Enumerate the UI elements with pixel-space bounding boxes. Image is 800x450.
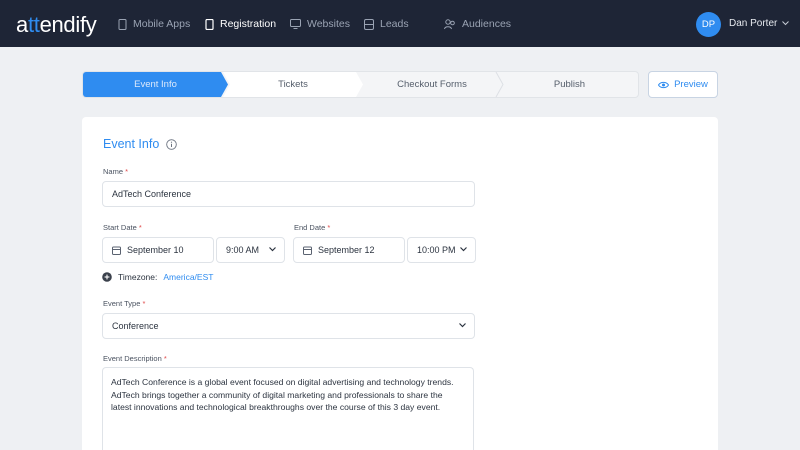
step-event-info[interactable]: Event Info — [83, 72, 228, 97]
end-date-input[interactable]: September 12 — [293, 237, 405, 263]
people-icon — [444, 18, 455, 29]
chevron-down-icon — [782, 21, 790, 26]
event-description-label: Event Description * — [103, 354, 167, 363]
page-title: Event Info — [103, 137, 178, 151]
monitor-icon — [290, 19, 301, 29]
timezone-row: Timezone: America/EST — [102, 272, 213, 282]
event-info-card: Event Info Name * AdTech Conference Star… — [82, 117, 718, 450]
name-input[interactable]: AdTech Conference — [102, 181, 475, 207]
chevron-down-icon — [269, 247, 276, 252]
event-description-textarea[interactable]: AdTech Conference is a global event focu… — [102, 367, 474, 450]
nav-item-leads[interactable]: Leads — [364, 17, 409, 31]
step-tickets[interactable]: Tickets — [223, 72, 363, 97]
top-navigation-bar: attendify Mobile Apps Registration Websi… — [0, 0, 800, 47]
end-date-label: End Date * — [294, 223, 331, 232]
attendify-logo[interactable]: attendify — [16, 12, 97, 38]
step-publish[interactable]: Publish — [501, 72, 638, 97]
nav-item-audiences[interactable]: Audiences — [444, 17, 511, 31]
user-menu[interactable]: Dan Porter — [729, 18, 790, 29]
calendar-icon — [112, 246, 121, 255]
clipboard-icon — [205, 18, 214, 30]
calendar-icon — [303, 246, 312, 255]
timezone-link[interactable]: America/EST — [163, 272, 213, 282]
timezone-label: Timezone: — [118, 272, 158, 282]
nav-item-mobile-apps[interactable]: Mobile Apps — [118, 17, 190, 31]
chevron-down-icon — [460, 247, 467, 252]
nav-item-registration[interactable]: Registration — [205, 17, 276, 31]
eye-icon — [658, 81, 670, 88]
event-type-select[interactable]: Conference — [102, 313, 475, 339]
start-date-label: Start Date * — [103, 223, 142, 232]
name-label: Name * — [103, 167, 129, 176]
chevron-down-icon — [459, 323, 466, 328]
event-type-label: Event Type * — [103, 299, 146, 308]
preview-button[interactable]: Preview — [648, 71, 718, 98]
avatar[interactable]: DP — [696, 12, 721, 37]
end-time-select[interactable]: 10:00 PM — [407, 237, 476, 263]
user-name: Dan Porter — [729, 18, 778, 29]
step-checkout-forms[interactable]: Checkout Forms — [361, 72, 503, 97]
nav-item-websites[interactable]: Websites — [290, 17, 350, 31]
info-icon[interactable] — [166, 138, 178, 150]
database-icon — [364, 18, 374, 30]
start-date-input[interactable]: September 10 — [102, 237, 214, 263]
plus-circle-icon[interactable] — [102, 272, 112, 282]
phone-icon — [118, 18, 127, 30]
wizard-steps: Event Info Tickets Checkout Forms Publis… — [82, 71, 639, 98]
start-time-select[interactable]: 9:00 AM — [216, 237, 285, 263]
